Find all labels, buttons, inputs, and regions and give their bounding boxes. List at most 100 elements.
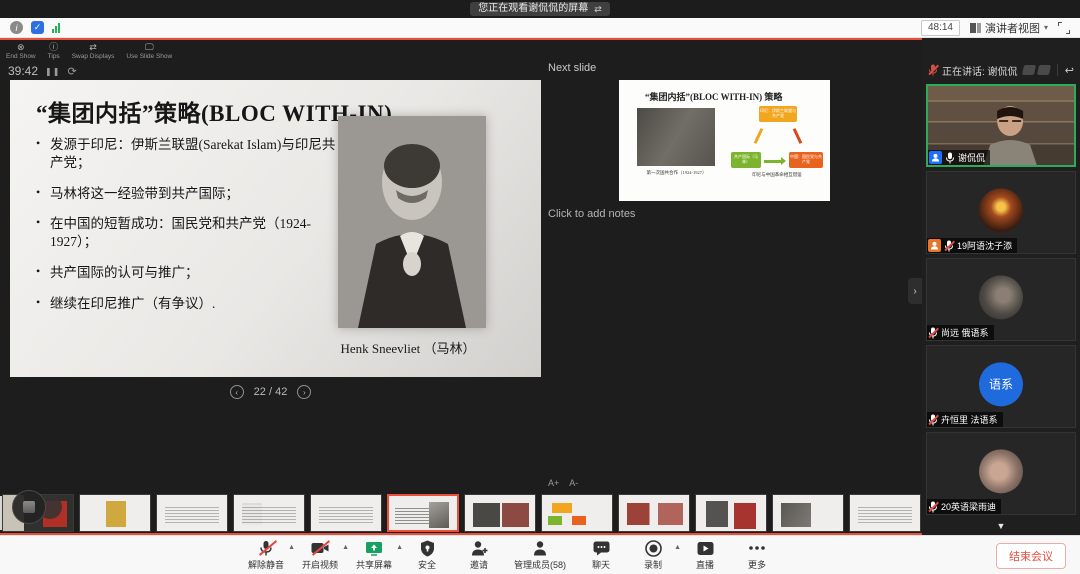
view-mode-label: 演讲者视图 bbox=[985, 20, 1040, 36]
mic-muted-icon bbox=[928, 327, 938, 339]
reset-timer-icon[interactable]: ⟳ bbox=[67, 65, 76, 78]
participant-tile-speaker[interactable]: 谢侃侃 bbox=[926, 84, 1076, 167]
slide-thumbnail[interactable] bbox=[695, 494, 767, 532]
header-decoration bbox=[1023, 65, 1050, 75]
scroll-down-icon[interactable]: ▼ bbox=[997, 521, 1006, 531]
chat-button[interactable]: 聊天 bbox=[584, 539, 618, 571]
slide-bullet: 在中国的短暂成功：国民党和共产党（1924-1927）； bbox=[36, 215, 336, 251]
slide-bullet: 继续在印尼推广（有争议）. bbox=[36, 295, 336, 313]
share-screen-button[interactable]: 共享屏幕 ▲ bbox=[356, 539, 392, 571]
avatar bbox=[979, 275, 1023, 319]
slide-thumbnail[interactable] bbox=[310, 494, 382, 532]
next-slide-button[interactable]: › bbox=[297, 385, 311, 399]
participants-sidebar: 正在讲话: 谢侃侃 ↩ bbox=[922, 38, 1080, 535]
manage-members-button[interactable]: 管理成员(58) bbox=[514, 539, 566, 571]
presenter-toolbar: ⊗ End Show ⓘ Tips ⇄ Swap Displays 🖵 Use … bbox=[6, 43, 172, 60]
participant-tile[interactable]: 19阿语沈子添 bbox=[926, 171, 1076, 254]
invite-icon bbox=[471, 539, 488, 557]
pause-timer-icon[interactable]: ❚❚ bbox=[45, 67, 60, 76]
camera-off-icon bbox=[311, 539, 329, 557]
start-video-button[interactable]: 开启视频 ▲ bbox=[302, 539, 338, 571]
use-slide-show-button[interactable]: 🖵 Use Slide Show bbox=[126, 43, 172, 60]
speaking-now-label: 正在讲话: 谢侃侃 bbox=[942, 63, 1018, 78]
use-slide-show-label: Use Slide Show bbox=[126, 53, 172, 60]
security-button[interactable]: 安全 bbox=[410, 539, 444, 571]
swap-displays-button[interactable]: ⇄ Swap Displays bbox=[72, 43, 115, 60]
record-icon bbox=[645, 539, 662, 557]
slide-thumbnail[interactable] bbox=[79, 494, 151, 532]
record-options-caret[interactable]: ▲ bbox=[674, 544, 681, 551]
back-arrow-icon[interactable]: ↩ bbox=[1065, 64, 1074, 77]
slide-thumbnail[interactable] bbox=[849, 494, 921, 532]
font-increase-button[interactable]: A+ bbox=[548, 478, 559, 488]
swap-icon[interactable]: ⇄ bbox=[594, 2, 602, 16]
participant-name: 尚远 俄语系 bbox=[941, 326, 989, 339]
sidebar-collapse-button[interactable]: › bbox=[908, 278, 922, 304]
slide-thumbnail[interactable] bbox=[772, 494, 844, 532]
divider bbox=[1057, 64, 1058, 76]
notes-placeholder[interactable]: Click to add notes bbox=[548, 208, 635, 220]
screenshare-border-top bbox=[0, 38, 1080, 40]
slide-thumbnail[interactable] bbox=[541, 494, 613, 532]
next-slide-title: “集团内括”(BLOC WITH-IN) 策略 bbox=[619, 80, 830, 103]
participant-tiles: 谢侃侃 19阿语沈子添 bbox=[922, 82, 1080, 515]
avatar bbox=[979, 188, 1023, 232]
slide-position: 22 / 42 bbox=[254, 386, 288, 398]
mic-off-icon bbox=[258, 539, 274, 557]
participant-name-chip: 谢侃侃 bbox=[928, 150, 990, 165]
end-meeting-button[interactable]: 结束会议 bbox=[996, 543, 1066, 569]
slide-navigation: ‹ 22 / 42 › bbox=[0, 385, 541, 399]
next-slide-label: Next slide bbox=[548, 62, 596, 74]
next-slide-preview[interactable]: “集团内括”(BLOC WITH-IN) 策略 第一次国共合作（1924-192… bbox=[619, 80, 830, 201]
presentation-timer: 39:42 ❚❚ ⟳ bbox=[8, 64, 77, 78]
participant-name: 20英语梁雨迪 bbox=[941, 500, 996, 513]
watching-screen-pill[interactable]: 您正在观看谢侃侃的屏幕 ⇄ bbox=[470, 2, 610, 16]
slide-thumbnail[interactable] bbox=[156, 494, 228, 532]
shield-icon bbox=[420, 539, 435, 557]
security-shield-icon[interactable]: ✓ bbox=[31, 21, 44, 34]
participant-name: 19阿语沈子添 bbox=[957, 239, 1012, 252]
video-options-caret[interactable]: ▲ bbox=[342, 544, 349, 551]
slide-bullet: 马林将这一经验带到共产国际； bbox=[36, 185, 336, 203]
record-button[interactable]: 录制 ▲ bbox=[636, 539, 670, 571]
end-show-label: End Show bbox=[6, 53, 36, 60]
participant-tile[interactable]: 尚远 俄语系 bbox=[926, 258, 1076, 341]
participant-tile[interactable]: 20英语梁雨迪 bbox=[926, 432, 1076, 515]
slide-thumbnail[interactable] bbox=[464, 494, 536, 532]
security-label: 安全 bbox=[418, 558, 436, 571]
share-screen-icon bbox=[365, 539, 383, 557]
tips-label: Tips bbox=[48, 53, 60, 60]
meeting-window: 您正在观看谢侃侃的屏幕 ⇄ i ✓ 48:14 演讲者视图 ▾ ⊗ End Sh… bbox=[0, 0, 1080, 574]
mic-muted-icon bbox=[928, 501, 938, 513]
tips-button[interactable]: ⓘ Tips bbox=[48, 43, 60, 60]
live-stream-button[interactable]: 直播 bbox=[688, 539, 722, 571]
slide-thumbnail[interactable] bbox=[233, 494, 305, 532]
chevron-down-icon: ▾ bbox=[1044, 23, 1048, 32]
previous-slide-button[interactable]: ‹ bbox=[230, 385, 244, 399]
view-mode-dropdown[interactable]: 演讲者视图 ▾ bbox=[970, 20, 1048, 36]
slide-thumbnail-current[interactable] bbox=[387, 494, 459, 532]
chat-icon bbox=[593, 539, 610, 557]
use-slide-show-icon: 🖵 bbox=[145, 43, 154, 52]
mic-on-icon bbox=[945, 152, 955, 164]
share-options-caret[interactable]: ▲ bbox=[396, 544, 403, 551]
invite-button[interactable]: 邀请 bbox=[462, 539, 496, 571]
info-icon[interactable]: i bbox=[10, 21, 23, 34]
participant-name-chip: 尚远 俄语系 bbox=[927, 325, 994, 340]
fullscreen-icon[interactable] bbox=[1058, 22, 1070, 34]
swap-displays-label: Swap Displays bbox=[72, 53, 115, 60]
floating-widget[interactable] bbox=[12, 490, 46, 524]
font-decrease-button[interactable]: A- bbox=[569, 478, 578, 488]
slide-thumbnail[interactable] bbox=[618, 494, 690, 532]
swap-displays-icon: ⇄ bbox=[89, 43, 97, 52]
current-slide[interactable]: “集团内括”策略(BLOC WITH-IN) 发源于印尼：伊斯兰联盟(Sarek… bbox=[10, 80, 541, 377]
participant-tile[interactable]: 语系 卉恒里 法语系 bbox=[926, 345, 1076, 428]
widget-icon bbox=[23, 501, 35, 513]
more-button[interactable]: 更多 bbox=[740, 539, 774, 571]
mic-options-caret[interactable]: ▲ bbox=[288, 544, 295, 551]
diagram-top-box: 印尼：伊斯兰联盟与共产党 bbox=[759, 106, 797, 122]
network-signal-icon bbox=[52, 22, 60, 33]
status-bar: i ✓ 48:14 演讲者视图 ▾ bbox=[0, 18, 1080, 38]
unmute-button[interactable]: 解除静音 ▲ bbox=[248, 539, 284, 571]
end-show-button[interactable]: ⊗ End Show bbox=[6, 43, 36, 60]
